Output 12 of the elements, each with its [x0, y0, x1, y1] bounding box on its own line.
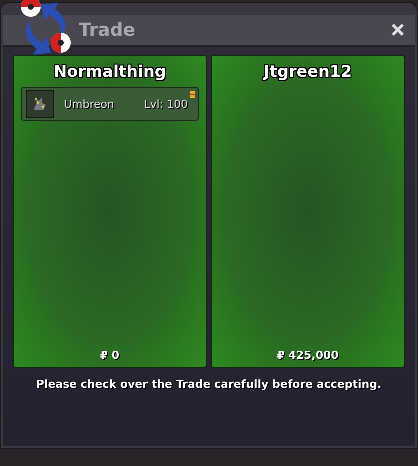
- pokemon-level: Lvl: 100: [144, 98, 188, 110]
- close-button[interactable]: [389, 21, 407, 39]
- money-amount: ₽ 0: [100, 349, 120, 362]
- close-icon: [391, 23, 405, 37]
- warning-message: Please check over the Trade carefully before accepting.: [35, 378, 383, 391]
- pokemon-slot[interactable]: Umbreon Lvl: 100: [21, 87, 199, 121]
- window-title: Trade: [79, 20, 136, 40]
- trainer-name: Jtgreen12: [264, 62, 352, 81]
- pokemon-name: Umbreon: [64, 98, 114, 110]
- trainer-name: Normalthing: [54, 62, 166, 81]
- money-amount: ₽ 425,000: [277, 349, 339, 362]
- pokemon-sprite-icon: [26, 90, 54, 118]
